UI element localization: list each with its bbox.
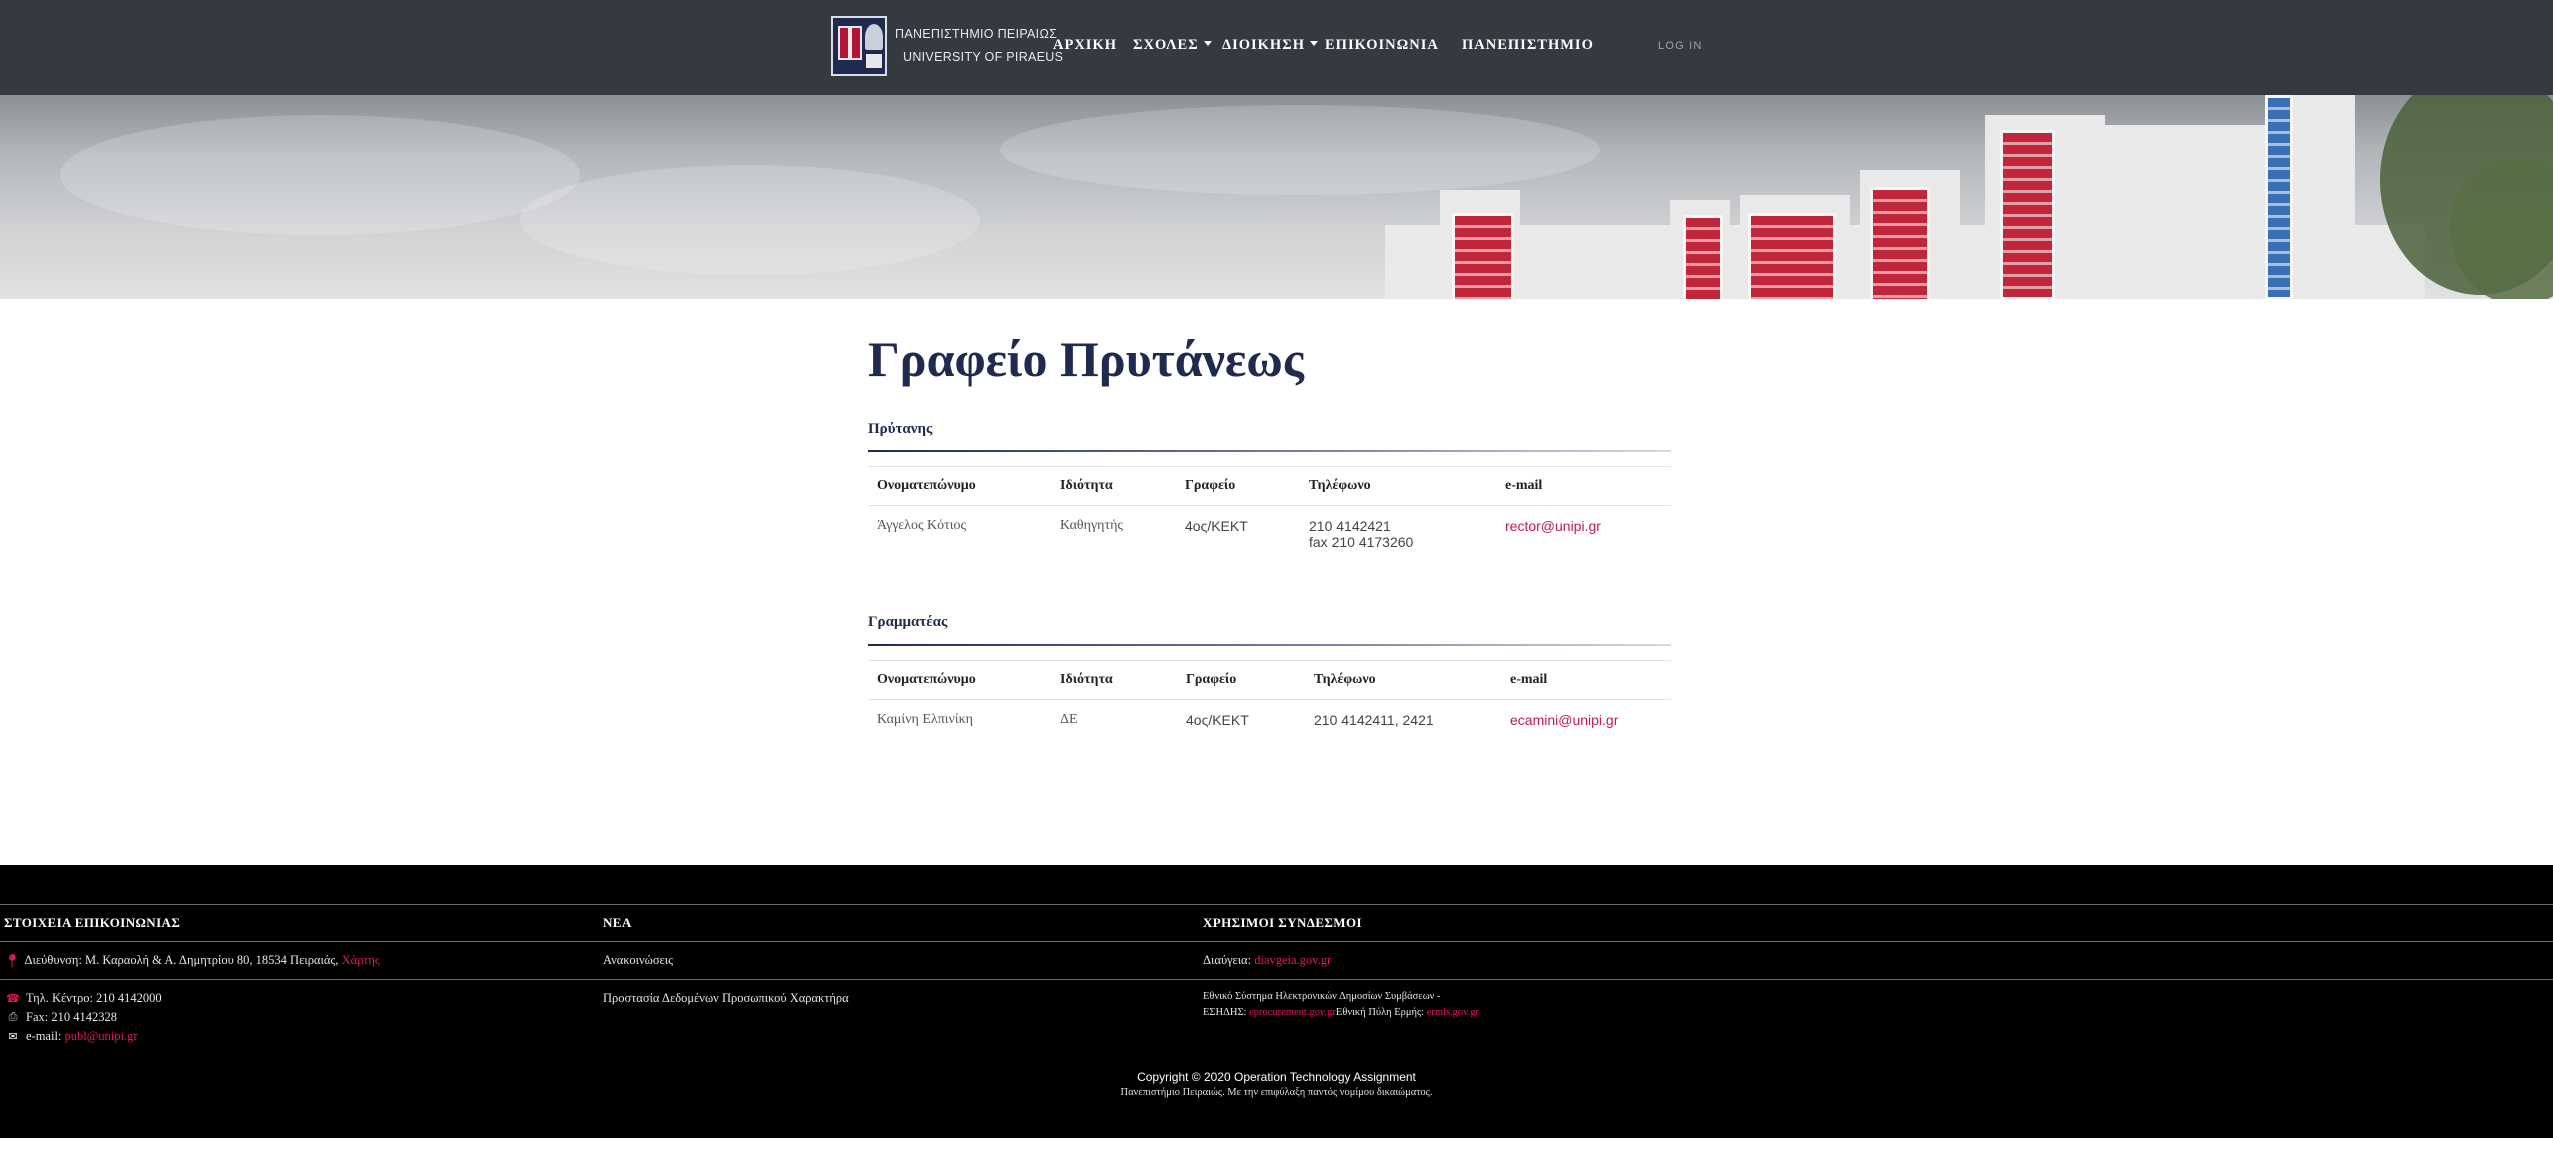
ermis-link[interactable]: ermis.gov.gr <box>1427 1007 1479 1018</box>
eprocurement-link[interactable]: eprocurement.gov.gr <box>1249 1007 1336 1018</box>
esidis-description: Εθνικό Σύστημα Ηλεκτρονικών Δημοσίων Συμ… <box>1203 991 1441 1002</box>
footer-links-heading: ΧΡΗΣΙΜΟΙ ΣΥΝΔΕΣΜΟΙ <box>1203 915 1362 930</box>
cell-email: rector@unipi.gr <box>1496 506 1671 561</box>
fax-icon: ⎙ <box>8 1011 18 1023</box>
table-header-row: Ονοματεπώνυμο Ιδιότητα Γραφείο Τηλέφωνο … <box>868 660 1671 700</box>
table-row: Άγγελος Κότιος Καθηγητής 4ος/ΚΕΚΤ 210 41… <box>868 506 1671 561</box>
brand-text: ΠΑΝΕΠΙΣΤΗΜΙΟ ΠΕΙΡΑΙΩΣ UNIVERSITY OF PIRA… <box>895 23 1063 69</box>
university-logo <box>831 16 887 76</box>
col-header-email: e-mail <box>1496 466 1671 506</box>
chevron-down-icon <box>1309 41 1318 46</box>
top-navbar: ΠΑΝΕΠΙΣΤΗΜΙΟ ΠΕΙΡΑΙΩΣ UNIVERSITY OF PIRA… <box>0 0 2553 95</box>
site-footer: ΣΤΟΙΧΕΙΑ ΕΠΙΚΟΙΝΩΝΙΑΣ 📍︎ Διεύθυνση: Μ. Κ… <box>0 865 2553 1138</box>
secretary-table: Ονοματεπώνυμο Ιδιότητα Γραφείο Τηλέφωνο … <box>868 660 1671 740</box>
cell-role: Καθηγητής <box>1060 518 1123 533</box>
footer-email-link[interactable]: publ@unipi.gr <box>65 1029 138 1044</box>
nav-contact[interactable]: ΕΠΙΚΟΙΝΩΝΙΑ <box>1325 37 1439 54</box>
nav-administration-label: ΔΙΟΙΚΗΣΗ <box>1222 37 1305 53</box>
nav-university[interactable]: ΠΑΝΕΠΙΣΤΗΜΙΟ <box>1462 37 1594 54</box>
cell-name: Καμίνη Ελπινίκη <box>877 712 973 727</box>
col-header-name: Ονοματεπώνυμο <box>868 466 1051 506</box>
col-header-role: Ιδιότητα <box>1051 660 1177 700</box>
footer-address: 📍︎ Διεύθυνση: Μ. Καραολή & Α. Δημητρίου … <box>4 951 380 970</box>
diavgeia-link[interactable]: diavgeia.gov.gr <box>1254 953 1331 968</box>
footer-phone-text: Τηλ. Κέντρο: 210 4142000 <box>26 991 162 1005</box>
section-divider <box>868 450 1671 452</box>
footer-fax-text: Fax: 210 4142328 <box>26 1010 117 1024</box>
fax-number: fax 210 4173260 <box>1309 534 1414 550</box>
logo-banner <box>866 54 882 68</box>
col-header-office: Γραφείο <box>1176 466 1300 506</box>
phone-number: 210 4142421 <box>1309 518 1391 534</box>
chevron-down-icon <box>1203 41 1212 46</box>
cell-role: ΔΕ <box>1060 712 1078 727</box>
brand-line-english: UNIVERSITY OF PIRAEUS <box>903 50 1064 64</box>
page-title: Γραφείο Πρυτάνεως <box>868 331 1304 387</box>
footer-divider <box>0 941 2553 942</box>
cell-office: 4ος/ΚΕΚΤ <box>1185 518 1248 534</box>
secretary-section-heading: Γραμματέας <box>868 614 948 630</box>
col-header-name: Ονοματεπώνυμο <box>868 660 1051 700</box>
nav-administration-dropdown[interactable]: ΔΙΟΙΚΗΣΗ <box>1222 37 1318 54</box>
footer-news-privacy[interactable]: Προστασία Δεδομένων Προσωπικού Χαρακτήρα <box>603 989 849 1008</box>
footer-diavgeia: Διαύγεια: diavgeia.gov.gr <box>1203 951 1331 970</box>
footer-email-label: e-mail: <box>26 1029 62 1043</box>
address-text: Διεύθυνση: Μ. Καραολή & Α. Δημητρίου 80,… <box>24 953 339 967</box>
nav-home[interactable]: ΑΡΧΙΚΗ <box>1053 37 1117 54</box>
cell-phone: 210 4142421 fax 210 4173260 <box>1300 506 1496 561</box>
rector-email-link[interactable]: rector@unipi.gr <box>1505 518 1601 534</box>
col-header-phone: Τηλέφωνο <box>1305 660 1501 700</box>
col-header-phone: Τηλέφωνο <box>1300 466 1496 506</box>
footer-contact-heading: ΣΤΟΙΧΕΙΑ ΕΠΙΚΟΙΝΩΝΙΑΣ <box>4 915 181 930</box>
map-link[interactable]: Χάρτης <box>342 953 380 968</box>
table-header-row: Ονοματεπώνυμο Ιδιότητα Γραφείο Τηλέφωνο … <box>868 466 1671 506</box>
col-header-office: Γραφείο <box>1177 660 1305 700</box>
hero-banner-image <box>0 95 2553 299</box>
ermis-label: Εθνική Πύλη Ερμής: <box>1335 1007 1425 1018</box>
table-row: Καμίνη Ελπινίκη ΔΕ 4ος/ΚΕΚΤ 210 4142411,… <box>868 700 1671 741</box>
logo-figure <box>865 24 883 50</box>
secretary-email-link[interactable]: ecamini@unipi.gr <box>1510 712 1618 728</box>
cell-phone: 210 4142411, 2421 <box>1314 712 1434 728</box>
envelope-icon: ✉︎ <box>8 1031 18 1043</box>
esidis-label: ΕΣΗΔΗΣ: <box>1203 1007 1247 1018</box>
footer-fax: ⎙ Fax: 210 4142328 <box>6 1008 162 1027</box>
cell-office: 4ος/ΚΕΚΤ <box>1186 712 1249 728</box>
rector-section-heading: Πρύτανης <box>868 421 933 437</box>
login-link[interactable]: LOG IN <box>1658 40 1703 52</box>
brand-line-greek: ΠΑΝΕΠΙΣΤΗΜΙΟ ΠΕΙΡΑΙΩΣ <box>895 27 1058 41</box>
cell-email: ecamini@unipi.gr <box>1501 700 1671 741</box>
footer-news-heading: ΝΕΑ <box>603 915 632 930</box>
footer-esidis: Εθνικό Σύστημα Ηλεκτρονικών Δημοσίων Συμ… <box>1203 989 1479 1021</box>
footer-contact-list: ☎︎ Τηλ. Κέντρο: 210 4142000 ⎙ Fax: 210 4… <box>6 989 162 1046</box>
diavgeia-label: Διαύγεια: <box>1203 953 1252 967</box>
brand[interactable]: ΠΑΝΕΠΙΣΤΗΜΙΟ ΠΕΙΡΑΙΩΣ UNIVERSITY OF PIRA… <box>831 16 1063 76</box>
col-header-role: Ιδιότητα <box>1051 466 1176 506</box>
map-marker-icon: 📍︎ <box>4 952 21 968</box>
logo-shield <box>838 26 862 60</box>
nav-schools-dropdown[interactable]: ΣΧΟΛΕΣ <box>1133 37 1212 54</box>
nav-schools-label: ΣΧΟΛΕΣ <box>1133 37 1199 53</box>
rights-text: Πανεπιστήμιο Πειραιώς. Με την επιφύλαξη … <box>1120 1087 1433 1098</box>
esidis-links-line: ΕΣΗΔΗΣ: eprocurement.gov.grΕθνική Πύλη Ε… <box>1203 1005 1479 1021</box>
phone-icon: ☎︎ <box>6 993 20 1005</box>
rector-table: Ονοματεπώνυμο Ιδιότητα Γραφείο Τηλέφωνο … <box>868 466 1671 560</box>
cell-name: Άγγελος Κότιος <box>877 518 967 533</box>
footer-phone: ☎︎ Τηλ. Κέντρο: 210 4142000 <box>6 989 162 1008</box>
footer-divider <box>0 904 2553 905</box>
copyright-text: Copyright © 2020 Operation Technology As… <box>1137 1070 1416 1084</box>
footer-news-announcements[interactable]: Ανακοινώσεις <box>603 951 673 970</box>
footer-email: ✉︎ e-mail: publ@unipi.gr <box>6 1027 162 1046</box>
section-divider <box>868 644 1671 646</box>
col-header-email: e-mail <box>1501 660 1671 700</box>
footer-divider <box>0 979 2553 980</box>
